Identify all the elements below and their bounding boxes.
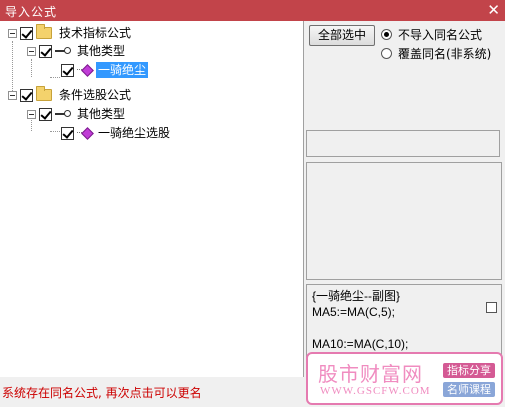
checkbox-icon[interactable] (39, 107, 52, 121)
formula-gem-icon (77, 64, 93, 76)
folder-icon (36, 86, 52, 101)
radio-label: 不导入同名公式 (398, 28, 483, 42)
formula-line: MA10:=MA(C,10); (312, 337, 409, 351)
radio-icon[interactable] (381, 29, 392, 40)
tree-node-type-1[interactable]: 其他类型 (27, 42, 127, 60)
key-icon (55, 109, 71, 119)
type-label: 其他类型 (77, 44, 126, 58)
checkbox-icon[interactable] (20, 26, 33, 40)
tree-node-formula-1[interactable]: 一骑绝尘 (61, 61, 149, 79)
tree-node-type-2[interactable]: 其他类型 (27, 105, 127, 123)
close-icon[interactable]: ✕ (487, 1, 500, 19)
watermark-url: WWW.GSCFW.COM (320, 385, 431, 397)
info-panel (306, 130, 500, 157)
collapse-icon[interactable] (8, 28, 17, 38)
watermark-tag: 名师课程 (443, 382, 495, 397)
folder-icon (36, 24, 52, 39)
checkbox-icon[interactable] (39, 44, 52, 58)
watermark-logo: 股市财富网 WWW.GSCFW.COM 指标分享 名师课程 (306, 352, 503, 405)
type-label: 其他类型 (77, 107, 126, 121)
title-bar: 导入公式 ✕ (0, 0, 505, 21)
tree-node-group-1[interactable]: 技术指标公式 (8, 24, 133, 42)
formula-line: {一骑绝尘--副图} (312, 289, 401, 303)
watermark-brand: 股市财富网 (318, 362, 423, 386)
group-label: 技术指标公式 (59, 26, 132, 40)
formula-line (312, 320, 496, 336)
formula-gem-icon (77, 127, 93, 139)
preview-checkbox[interactable] (486, 302, 497, 313)
select-all-button[interactable]: 全部选中 (309, 25, 375, 46)
radio-label: 覆盖同名(非系统) (398, 47, 492, 61)
radio-overwrite-duplicates[interactable]: 覆盖同名(非系统) (381, 45, 491, 62)
formula-label[interactable]: 一骑绝尘选股 (96, 125, 172, 141)
collapse-icon[interactable] (8, 90, 17, 100)
key-icon (55, 46, 71, 56)
tree-line (50, 131, 60, 132)
description-panel (306, 162, 502, 280)
tree-node-group-2[interactable]: 条件选股公式 (8, 86, 133, 104)
tree-line (50, 77, 60, 78)
window-title: 导入公式 (5, 5, 58, 19)
formula-label[interactable]: 一骑绝尘 (96, 62, 149, 78)
tree-line (31, 59, 32, 77)
collapse-icon[interactable] (27, 109, 36, 119)
radio-icon[interactable] (381, 48, 392, 59)
checkbox-icon[interactable] (61, 126, 74, 140)
watermark-tag: 指标分享 (443, 363, 495, 378)
checkbox-icon[interactable] (61, 63, 74, 77)
checkbox-icon[interactable] (20, 88, 33, 102)
group-label: 条件选股公式 (59, 88, 132, 102)
tree-node-formula-2[interactable]: 一骑绝尘选股 (61, 124, 172, 142)
formula-tree[interactable]: 技术指标公式 其他类型 一骑绝尘 条件选股公式 其他类型 一骑绝尘选股 (0, 21, 304, 377)
radio-skip-duplicates[interactable]: 不导入同名公式 (381, 26, 482, 43)
formula-line: MA5:=MA(C,5); (312, 305, 396, 319)
status-message: 系统存在同名公式, 再次点击可以更名 (2, 386, 202, 400)
collapse-icon[interactable] (27, 46, 36, 56)
